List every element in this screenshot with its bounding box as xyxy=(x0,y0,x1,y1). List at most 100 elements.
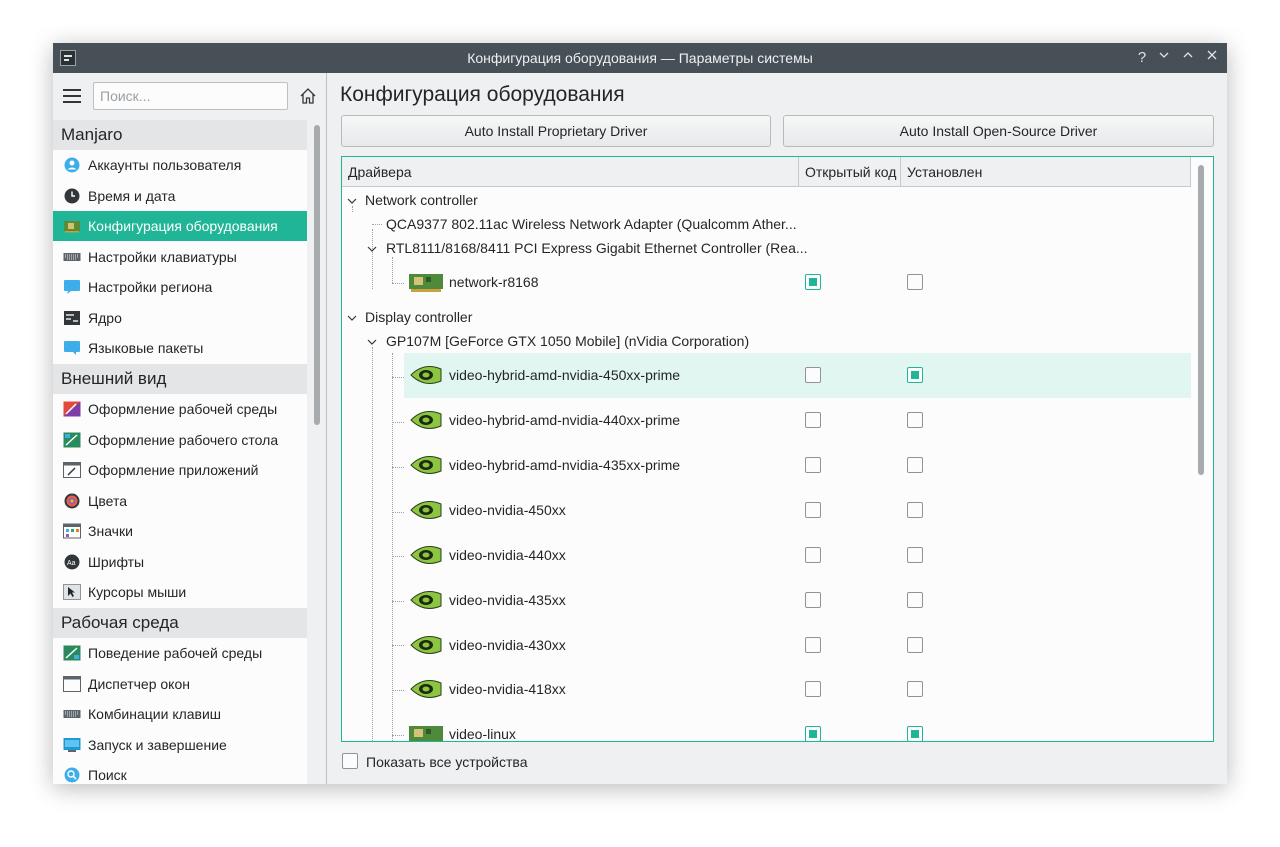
installed-checkbox[interactable] xyxy=(907,502,923,518)
show-all-checkbox-box[interactable] xyxy=(342,753,358,769)
maximize-button[interactable] xyxy=(1179,48,1197,68)
nvidia-icon xyxy=(410,680,442,698)
installed-checkbox[interactable] xyxy=(907,547,923,563)
pci-card-icon xyxy=(409,274,443,292)
sidebar-item-window-manager[interactable]: Диспетчер окон xyxy=(53,669,307,699)
tree-row-driver-video-linux[interactable]: video-linux xyxy=(342,712,1191,741)
installed-checkbox[interactable] xyxy=(907,592,923,608)
open-source-checkbox[interactable] xyxy=(805,637,821,653)
close-button[interactable] xyxy=(1203,48,1221,68)
tree-row-driver-hybrid-435xx-prime[interactable]: video-hybrid-amd-nvidia-435xx-prime xyxy=(342,443,1191,488)
sidebar-item-workspace-behavior[interactable]: Поведение рабочей среды xyxy=(53,638,307,668)
open-source-checkbox[interactable] xyxy=(805,457,821,473)
open-source-checkbox[interactable] xyxy=(805,547,821,563)
home-button[interactable] xyxy=(299,87,317,105)
category-header-appearance: Внешний вид xyxy=(53,364,307,394)
installed-checkbox[interactable] xyxy=(907,367,923,383)
tree-row-driver-nvidia-435xx[interactable]: video-nvidia-435xx xyxy=(342,578,1191,623)
sidebar-item-icons[interactable]: Значки xyxy=(53,516,307,546)
sidebar-item-hardware-config[interactable]: Конфигурация оборудования xyxy=(53,211,307,241)
minimize-icon xyxy=(1159,52,1169,58)
startup-icon xyxy=(63,738,81,752)
driver-tree[interactable]: Драйвера Открытый код Установлен Network… xyxy=(341,156,1214,742)
tree-row-driver-nvidia-418xx[interactable]: video-nvidia-418xx xyxy=(342,667,1191,712)
column-header-drivers[interactable]: Драйвера xyxy=(342,157,799,187)
tree-row-device-rtl8111[interactable]: RTL8111/8168/8411 PCI Express Gigabit Et… xyxy=(342,236,1191,260)
language-packs-icon xyxy=(64,341,80,355)
chevron-down-icon[interactable] xyxy=(367,244,377,254)
hardware-icon xyxy=(64,221,80,233)
sidebar-item-colors[interactable]: Цвета xyxy=(53,486,307,516)
hamburger-menu-icon[interactable] xyxy=(63,89,81,103)
cursors-icon xyxy=(63,584,81,600)
chevron-down-icon[interactable] xyxy=(367,337,377,347)
installed-checkbox[interactable] xyxy=(907,274,923,290)
sidebar-item-region[interactable]: Настройки региона xyxy=(53,272,307,302)
sidebar-item-fonts[interactable]: Aa Шрифты xyxy=(53,547,307,577)
tree-row-driver-network-r8168[interactable]: network-r8168 xyxy=(342,260,1191,305)
tree-row-driver-hybrid-450xx-prime[interactable]: video-hybrid-amd-nvidia-450xx-prime xyxy=(404,353,1191,398)
sidebar-item-kernel[interactable]: Ядро xyxy=(53,303,307,333)
sidebar-item-keyboard[interactable]: Настройки клавиатуры xyxy=(53,242,307,272)
tree-row-display-controller[interactable]: Display controller xyxy=(342,305,1191,329)
workspace-behavior-icon xyxy=(63,645,81,661)
window-title: Конфигурация оборудования — Параметры си… xyxy=(467,50,813,66)
window-manager-icon xyxy=(63,676,81,692)
open-source-checkbox[interactable] xyxy=(805,502,821,518)
shortcuts-icon xyxy=(63,710,81,718)
column-header-installed[interactable]: Установлен xyxy=(901,157,1191,187)
open-source-checkbox[interactable] xyxy=(805,726,821,741)
category-header-workspace: Рабочая среда xyxy=(53,608,307,638)
search-input[interactable] xyxy=(93,82,288,110)
auto-install-proprietary-button[interactable]: Auto Install Proprietary Driver xyxy=(341,115,771,147)
tree-row-driver-nvidia-430xx[interactable]: video-nvidia-430xx xyxy=(342,623,1191,668)
sidebar-item-search[interactable]: Поиск xyxy=(53,760,307,784)
fonts-icon: Aa xyxy=(64,554,80,570)
tree-branch-line xyxy=(392,377,404,378)
pci-card-icon xyxy=(409,726,443,741)
keyboard-icon xyxy=(63,253,81,261)
sidebar-item-workspace-theme[interactable]: Оформление рабочей среды xyxy=(53,394,307,424)
sidebar-item-app-style[interactable]: Оформление приложений xyxy=(53,455,307,485)
chevron-down-icon[interactable] xyxy=(347,313,357,323)
icons-icon xyxy=(63,523,81,539)
tree-row-device-qca9377[interactable]: QCA9377 802.11ac Wireless Network Adapte… xyxy=(342,212,1191,236)
open-source-checkbox[interactable] xyxy=(805,274,821,290)
tree-row-device-gp107m[interactable]: GP107M [GeForce GTX 1050 Mobile] (nVidia… xyxy=(342,329,1191,353)
open-source-checkbox[interactable] xyxy=(805,367,821,383)
sidebar-item-desktop-theme[interactable]: Оформление рабочего стола xyxy=(53,425,307,455)
sidebar: Manjaro Аккаунты пользователя Время и да… xyxy=(53,73,327,784)
search-icon xyxy=(64,767,80,783)
sidebar-item-cursors[interactable]: Курсоры мыши xyxy=(53,577,307,607)
column-header-open-source[interactable]: Открытый код xyxy=(799,157,901,187)
svg-text:Aa: Aa xyxy=(67,560,76,567)
minimize-button[interactable] xyxy=(1155,48,1173,68)
installed-checkbox[interactable] xyxy=(907,412,923,428)
open-source-checkbox[interactable] xyxy=(805,681,821,697)
sidebar-item-language-packs[interactable]: Языковые пакеты xyxy=(53,333,307,363)
sidebar-item-startup[interactable]: Запуск и завершение xyxy=(53,730,307,760)
sidebar-scrollbar[interactable] xyxy=(314,125,320,425)
installed-checkbox[interactable] xyxy=(907,457,923,473)
installed-checkbox[interactable] xyxy=(907,681,923,697)
tree-row-network-controller[interactable]: Network controller xyxy=(342,188,1191,212)
chevron-down-icon[interactable] xyxy=(347,196,357,206)
auto-install-open-source-button[interactable]: Auto Install Open-Source Driver xyxy=(783,115,1214,147)
sidebar-item-user-accounts[interactable]: Аккаунты пользователя xyxy=(53,150,307,180)
main-panel: Конфигурация оборудования Auto Install P… xyxy=(328,73,1227,784)
help-button[interactable]: ? xyxy=(1133,48,1151,68)
tree-row-driver-nvidia-450xx[interactable]: video-nvidia-450xx xyxy=(342,488,1191,533)
title-bar: Конфигурация оборудования — Параметры си… xyxy=(53,43,1227,73)
installed-checkbox[interactable] xyxy=(907,726,923,741)
open-source-checkbox[interactable] xyxy=(805,412,821,428)
installed-checkbox[interactable] xyxy=(907,637,923,653)
sidebar-item-shortcuts[interactable]: Комбинации клавиш xyxy=(53,699,307,729)
tree-row-driver-nvidia-440xx[interactable]: video-nvidia-440xx xyxy=(342,533,1191,578)
sidebar-item-date-time[interactable]: Время и дата xyxy=(53,181,307,211)
tree-scrollbar[interactable] xyxy=(1198,165,1204,475)
app-style-icon xyxy=(63,462,81,478)
colors-icon xyxy=(64,493,80,509)
region-icon xyxy=(64,280,80,294)
open-source-checkbox[interactable] xyxy=(805,592,821,608)
tree-row-driver-hybrid-440xx-prime[interactable]: video-hybrid-amd-nvidia-440xx-prime xyxy=(342,398,1191,443)
